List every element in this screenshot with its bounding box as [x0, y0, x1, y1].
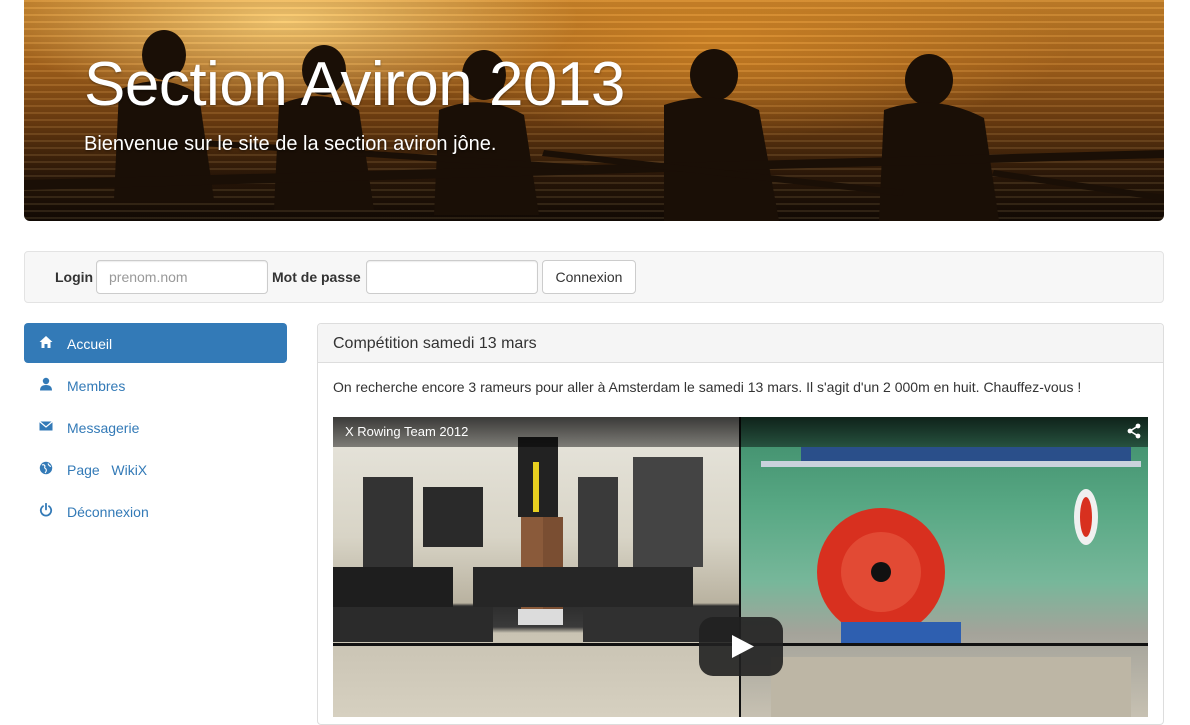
sidebar-item-accueil[interactable]: Accueil [24, 323, 287, 363]
sidebar-item-label: Messagerie [67, 420, 140, 436]
hero-banner: Section Aviron 2013 Bienvenue sur le sit… [24, 0, 1164, 221]
user-icon [40, 377, 52, 391]
gym-scene-image [333, 437, 739, 642]
site-subtitle: Bienvenue sur le site de la section avir… [84, 133, 497, 155]
password-label: Mot de passe [272, 269, 361, 285]
globe-icon [39, 461, 53, 475]
article-heading: Compétition samedi 13 mars [318, 324, 1163, 363]
home-icon [39, 336, 53, 348]
article-text: On recherche encore 3 rameurs pour aller… [333, 379, 1082, 395]
power-icon [39, 503, 53, 517]
play-icon [732, 635, 754, 658]
weights-scene-image [761, 447, 1141, 717]
sidebar-item-label: Accueil [67, 336, 113, 352]
video-player[interactable]: X Rowing Team 2012 [333, 417, 1148, 717]
site-title: Section Aviron 2013 [84, 50, 625, 119]
password-input[interactable] [366, 260, 538, 294]
sidebar-item-label: Membres [67, 378, 126, 394]
envelope-icon [39, 421, 53, 431]
login-input[interactable] [96, 260, 268, 294]
video-title[interactable]: X Rowing Team 2012 [345, 424, 468, 439]
article-title: Compétition samedi 13 mars [333, 335, 537, 352]
sidebar-nav: Accueil Membres Messagerie Page WikiX Dé… [24, 323, 287, 533]
article-panel: Compétition samedi 13 mars On recherche … [317, 323, 1164, 725]
sidebar-item-wikix[interactable]: Page WikiX [24, 449, 287, 489]
sidebar-item-membres[interactable]: Membres [24, 365, 287, 405]
video-title-bar: X Rowing Team 2012 [333, 417, 1148, 447]
sidebar-item-messagerie[interactable]: Messagerie [24, 407, 287, 447]
play-button[interactable] [699, 617, 783, 676]
sidebar-item-deconnexion[interactable]: Déconnexion [24, 491, 287, 531]
login-form: Login Mot de passe Connexion [24, 251, 1164, 303]
sidebar-item-label: Déconnexion [67, 504, 149, 520]
share-icon[interactable] [1126, 423, 1142, 439]
login-label: Login [55, 269, 94, 285]
video-frame-gym [333, 417, 739, 717]
login-button[interactable]: Connexion [542, 260, 636, 294]
sidebar-item-label: Page WikiX [67, 462, 148, 478]
video-frame-weights [741, 417, 1148, 717]
